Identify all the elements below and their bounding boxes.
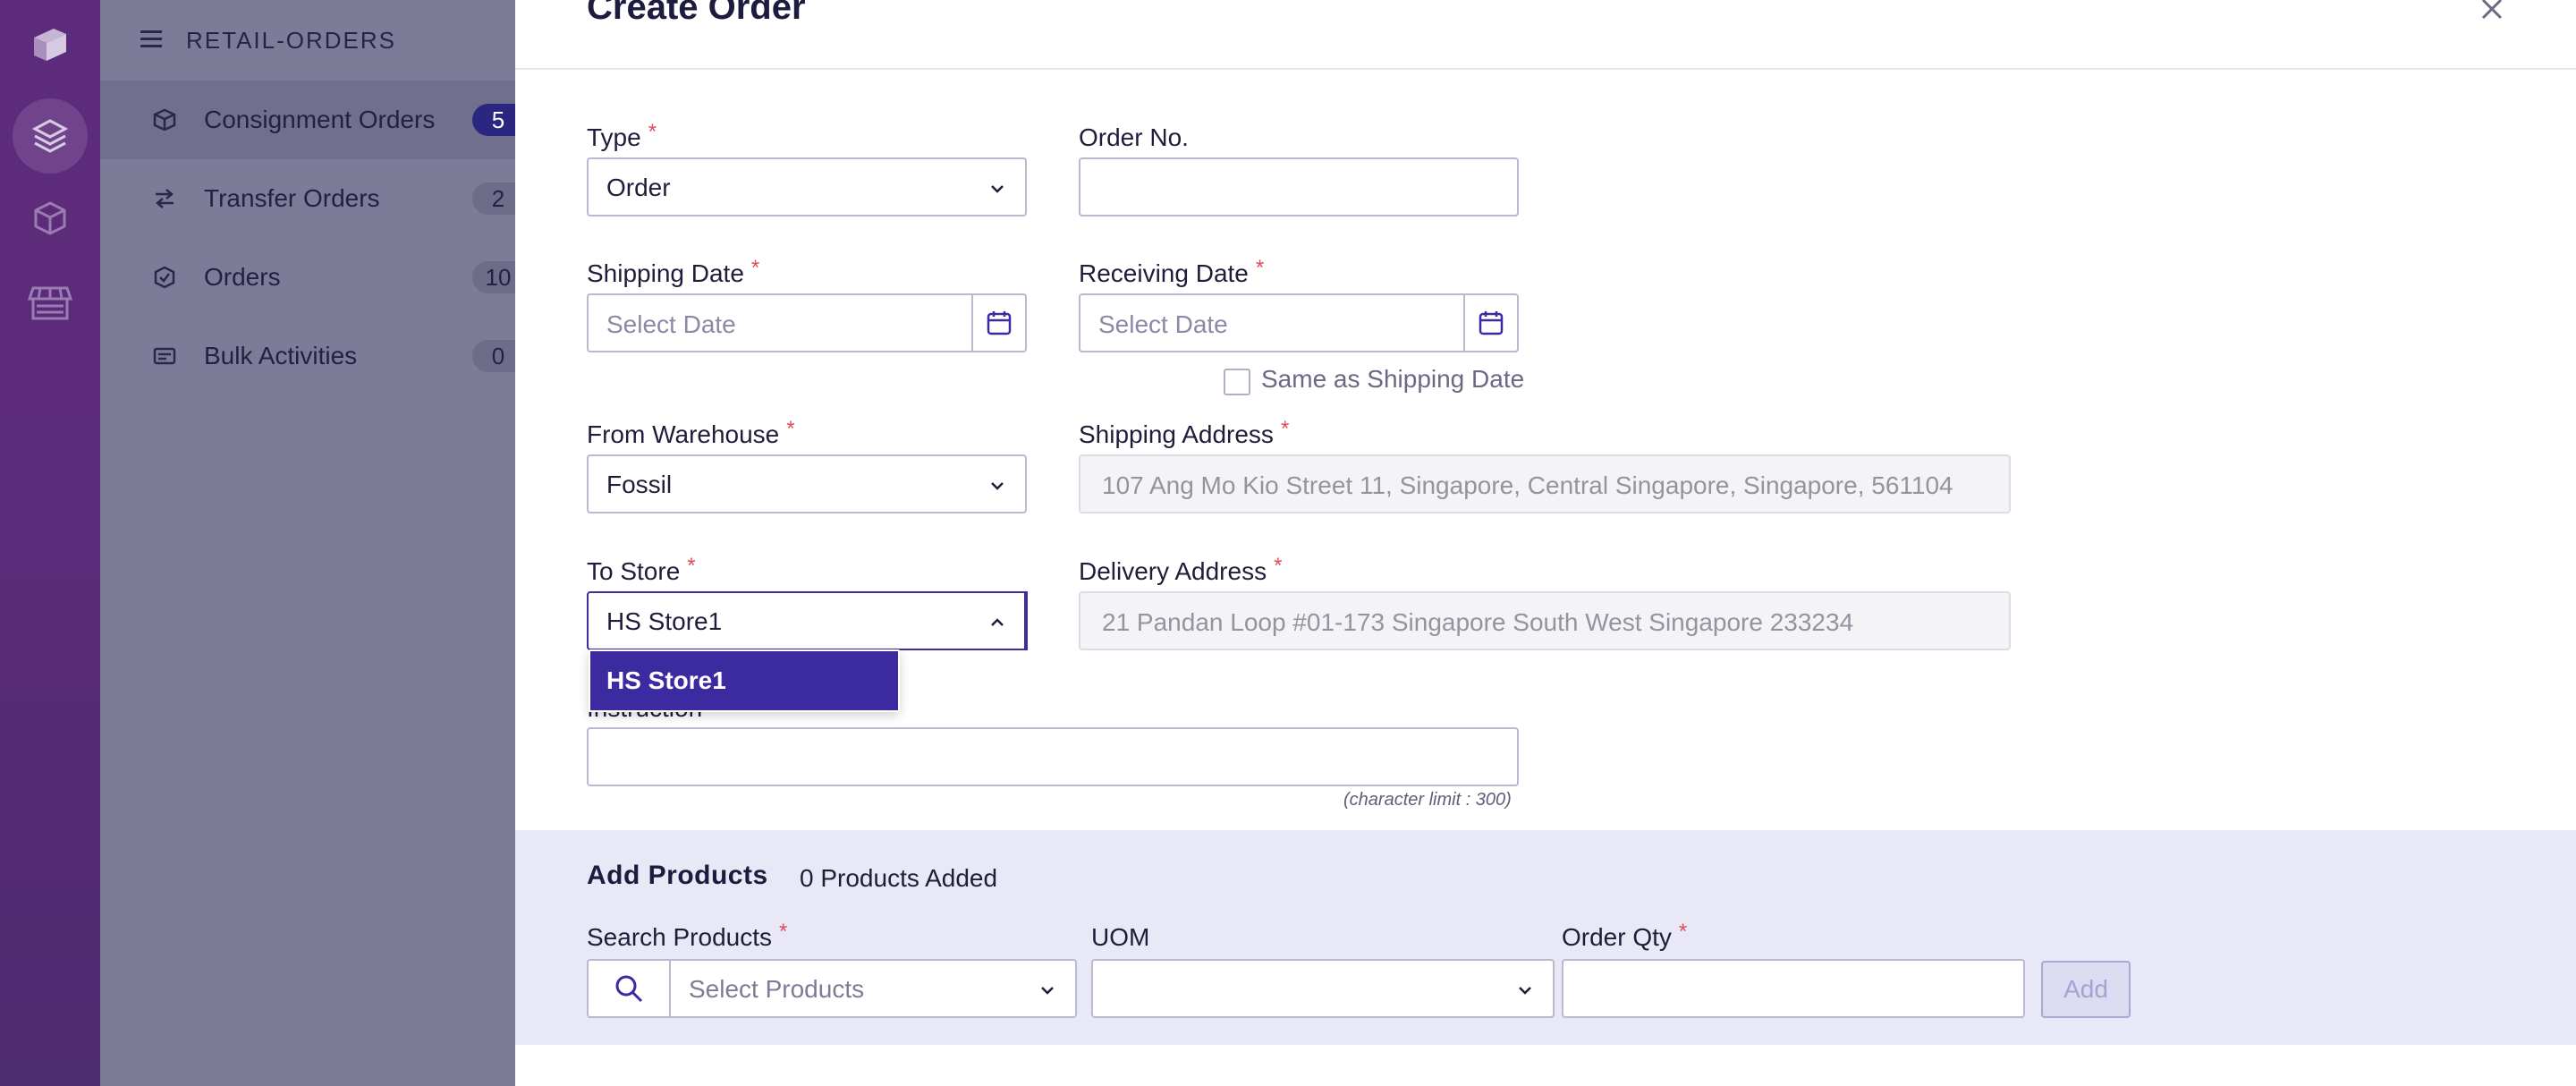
box-icon[interactable] [25, 193, 75, 243]
shipping-address-label: Shipping Address * [1079, 417, 1290, 448]
order-no-label: Order No. [1079, 123, 1189, 151]
to-store-option[interactable]: HS Store1 [590, 651, 898, 710]
sidebar-item-label: Bulk Activities [204, 342, 358, 369]
add-product-button[interactable]: Add [2041, 961, 2131, 1018]
character-limit-note: (character limit : 300) [1343, 790, 1512, 810]
search-products-label: Search Products * [587, 920, 788, 951]
receiving-date-placeholder: Select Date [1098, 310, 1228, 338]
sidebar-item-label: Transfer Orders [204, 184, 380, 212]
from-warehouse-label: From Warehouse * [587, 417, 795, 448]
logo-icon[interactable] [25, 20, 75, 70]
shipping-date-input[interactable]: Select Date [587, 293, 1027, 352]
add-products-section: Add Products 0 Products Added Search Pro… [515, 830, 2576, 1045]
same-as-shipping-checkbox[interactable] [1224, 369, 1250, 395]
from-warehouse-select[interactable]: Fossil [587, 454, 1027, 513]
from-warehouse-value: Fossil [606, 471, 673, 498]
chevron-up-icon [991, 618, 1004, 626]
instruction-input[interactable] [587, 727, 1519, 786]
calendar-icon [1479, 311, 1504, 335]
uom-label: UOM [1091, 923, 1150, 951]
shipping-date-label: Shipping Date * [587, 256, 760, 287]
count-badge: 10 [472, 261, 515, 293]
count-badge: 5 [472, 104, 515, 136]
uom-select[interactable] [1091, 959, 1555, 1018]
receiving-date-calendar-button[interactable] [1463, 295, 1517, 351]
type-select[interactable]: Order [587, 157, 1027, 216]
count-badge: 0 [472, 340, 515, 372]
store-icon[interactable] [25, 277, 75, 327]
order-qty-input[interactable] [1562, 959, 2025, 1018]
search-products-button[interactable] [587, 959, 671, 1018]
search-products-placeholder: Select Products [689, 975, 865, 1003]
chevron-down-icon [991, 185, 1004, 193]
package-icon [153, 108, 176, 132]
search-icon [615, 975, 643, 1003]
same-as-shipping-label: Same as Shipping Date [1261, 365, 1525, 393]
count-badge: 2 [472, 182, 515, 215]
to-store-select[interactable]: HS Store1 [587, 591, 1028, 650]
layers-icon[interactable] [13, 98, 88, 174]
chevron-down-icon [991, 482, 1004, 490]
sidebar-item-bulk-activities[interactable]: Bulk Activities 0 [100, 317, 515, 395]
delivery-address-label: Delivery Address * [1079, 554, 1283, 585]
transfer-icon [156, 189, 174, 208]
chevron-down-icon [1519, 987, 1531, 995]
calendar-icon [987, 311, 1012, 335]
to-store-label: To Store * [587, 554, 696, 585]
sidebar-item-orders[interactable]: Orders 10 [100, 238, 515, 317]
to-store-value: HS Store1 [606, 607, 723, 635]
receiving-date-input[interactable]: Select Date [1079, 293, 1519, 352]
delivery-address-value: 21 Pandan Loop #01-173 Singapore South W… [1102, 608, 1854, 636]
list-card-icon [153, 347, 176, 365]
products-count: 0 Products Added [800, 864, 998, 892]
type-label: Type * [587, 120, 657, 151]
order-no-input[interactable] [1079, 157, 1519, 216]
icon-rail [0, 0, 100, 1086]
nav-header: RETAIL-ORDERS [100, 0, 515, 81]
sidebar-nav: RETAIL-ORDERS Consignment Orders 5 Trans… [100, 0, 515, 1086]
add-products-title: Add Products [587, 861, 768, 890]
search-products-select[interactable]: Select Products [669, 959, 1077, 1018]
order-qty-label: Order Qty * [1562, 920, 1688, 951]
sidebar-item-transfer-orders[interactable]: Transfer Orders 2 [100, 159, 515, 238]
shipping-date-placeholder: Select Date [606, 310, 736, 338]
chevron-down-icon [1041, 987, 1054, 995]
header-divider [515, 68, 2576, 70]
sidebar-item-label: Orders [204, 263, 281, 291]
shipping-address-value: 107 Ang Mo Kio Street 11, Singapore, Cen… [1102, 471, 1953, 499]
shipping-address-input: 107 Ang Mo Kio Street 11, Singapore, Cen… [1079, 454, 2011, 513]
shipping-date-calendar-button[interactable] [971, 295, 1025, 351]
sidebar-item-label: Consignment Orders [204, 106, 436, 133]
menu-icon[interactable] [140, 29, 163, 50]
type-value: Order [606, 174, 671, 201]
modal-title: Create Order [587, 0, 806, 27]
close-icon[interactable] [2476, 0, 2508, 29]
delivery-address-input: 21 Pandan Loop #01-173 Singapore South W… [1079, 591, 2011, 650]
check-circle-icon [154, 266, 175, 289]
module-title: RETAIL-ORDERS [186, 27, 396, 54]
receiving-date-label: Receiving Date * [1079, 256, 1265, 287]
sidebar-item-consignment-orders[interactable]: Consignment Orders 5 [100, 81, 515, 159]
to-store-dropdown: HS Store1 [589, 649, 900, 712]
create-order-modal: Create Order Type * Order Order No. Shipp… [515, 0, 2576, 1086]
